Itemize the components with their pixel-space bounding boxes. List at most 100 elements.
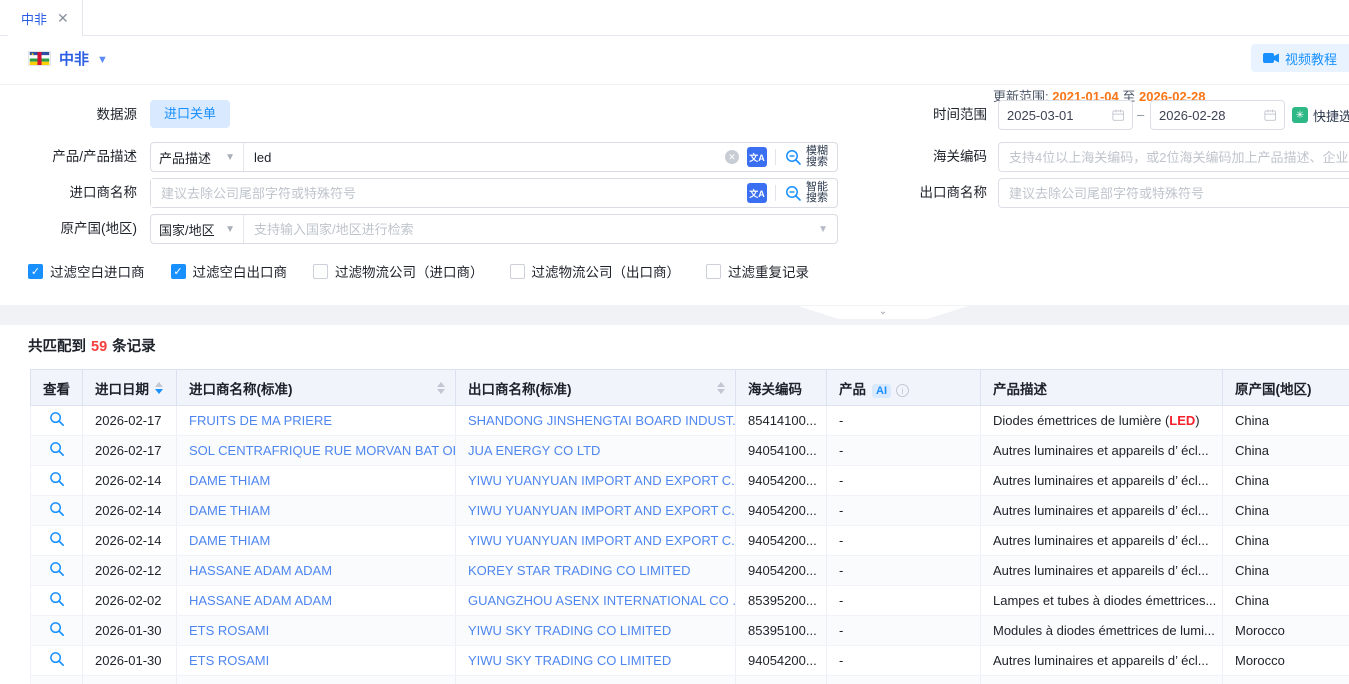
origin-cell: China xyxy=(1223,556,1349,586)
fuzzy-search-button[interactable]: 模糊搜索 xyxy=(776,143,837,171)
col-exporter[interactable]: 出口商名称(标准) xyxy=(456,370,736,406)
checkbox-icon[interactable] xyxy=(510,264,525,279)
product-cell: - xyxy=(827,406,981,436)
results-table-body: 2026-02-17FRUITS DE MA PRIERESHANDONG JI… xyxy=(31,406,1349,684)
exporter-link[interactable]: JUA ENERGY CO LTD xyxy=(456,436,736,466)
checkbox-icon[interactable] xyxy=(706,264,721,279)
sort-asc-icon[interactable] xyxy=(155,382,163,387)
filter-checkbox[interactable]: 过滤物流公司（出口商） xyxy=(510,261,681,281)
sort-control[interactable] xyxy=(155,382,163,394)
data-source-import-declaration-chip[interactable]: 进口关单 xyxy=(150,100,230,128)
table-row: 2026-02-17SOL CENTRAFRIQUE RUE MORVAN BA… xyxy=(31,436,1349,466)
importer-link[interactable]: ETS ROSAMI xyxy=(177,646,456,676)
col-import-date[interactable]: 进口日期 xyxy=(83,370,177,406)
start-date-picker[interactable] xyxy=(998,100,1133,130)
table-row: 2026-01-30ETS ROSAMIYIWU SKY TRADING CO … xyxy=(31,616,1349,646)
product-field-select[interactable]: 产品描述 ▼ xyxy=(151,143,244,171)
smart-search-button[interactable]: 智能搜索 xyxy=(776,179,837,207)
exporter-link[interactable]: YIWU SKY TRADING CO LIMITED xyxy=(456,616,736,646)
sort-asc-icon[interactable] xyxy=(717,382,725,387)
view-detail-magnifier-icon[interactable] xyxy=(49,621,65,640)
importer-link[interactable]: ETS ROSAMI xyxy=(177,616,456,646)
hs-code-cell xyxy=(736,676,827,684)
table-row: 2026-01-30ETS ROSAMIYIWU SKY TRADING CO … xyxy=(31,646,1349,676)
checkbox-icon[interactable] xyxy=(313,264,328,279)
importer-link[interactable]: HASSANE ADAM ADAM xyxy=(177,586,456,616)
view-detail-magnifier-icon[interactable] xyxy=(49,531,65,550)
view-detail-magnifier-icon[interactable] xyxy=(49,501,65,520)
exporter-link[interactable]: YIWU YUANYUAN IMPORT AND EXPORT C... xyxy=(456,466,736,496)
exporter-link[interactable]: SHANDONG JINSHENGTAI BOARD INDUST... xyxy=(456,406,736,436)
exporter-link[interactable]: KOREY STAR TRADING CO LIMITED xyxy=(456,556,736,586)
view-detail-magnifier-icon[interactable] xyxy=(49,561,65,580)
sort-desc-icon[interactable] xyxy=(437,389,445,394)
end-date-input[interactable] xyxy=(1159,108,1264,123)
view-detail-magnifier-icon[interactable] xyxy=(49,591,65,610)
importer-link[interactable]: SOL CENTRAFRIQUE RUE MORVAN BAT OF... xyxy=(177,436,456,466)
sort-control[interactable] xyxy=(437,382,445,394)
start-date-input[interactable] xyxy=(1007,108,1112,123)
origin-cell: China xyxy=(1223,436,1349,466)
importer-link[interactable] xyxy=(177,676,456,684)
table-row: 2026-02-14DAME THIAMYIWU YUANYUAN IMPORT… xyxy=(31,526,1349,556)
import-date-cell: 2026-02-14 xyxy=(83,526,177,556)
video-tutorial-button[interactable]: 视频教程 xyxy=(1251,44,1349,72)
search-icon xyxy=(785,185,802,202)
importer-search-group: 文A 智能搜索 xyxy=(150,178,838,208)
origin-cell: China xyxy=(1223,466,1349,496)
hs-code-input[interactable] xyxy=(998,142,1349,172)
exporter-link[interactable]: YIWU SKY TRADING CO LIMITED xyxy=(456,646,736,676)
importer-link[interactable]: DAME THIAM xyxy=(177,496,456,526)
importer-link[interactable]: HASSANE ADAM ADAM xyxy=(177,556,456,586)
view-detail-magnifier-icon[interactable] xyxy=(49,411,65,430)
importer-link[interactable]: DAME THIAM xyxy=(177,466,456,496)
info-icon[interactable]: i xyxy=(896,384,909,397)
exporter-link[interactable]: GUANGZHOU ASENX INTERNATIONAL CO ... xyxy=(456,586,736,616)
product-cell: - xyxy=(827,496,981,526)
view-cell xyxy=(31,646,83,676)
checkbox-icon[interactable]: ✓ xyxy=(171,264,186,279)
sort-asc-icon[interactable] xyxy=(437,382,445,387)
view-detail-magnifier-icon[interactable] xyxy=(49,651,65,670)
filter-checkbox[interactable]: ✓过滤空白出口商 xyxy=(171,261,288,281)
description-cell xyxy=(981,676,1223,684)
collapse-form-handle[interactable]: ⌄ xyxy=(798,306,968,319)
exporter-link[interactable]: YIWU YUANYUAN IMPORT AND EXPORT C... xyxy=(456,526,736,556)
view-detail-magnifier-icon[interactable] xyxy=(49,441,65,460)
translate-icon[interactable]: 文A xyxy=(747,147,767,167)
col-product: 产品AIi xyxy=(827,370,981,406)
end-date-picker[interactable] xyxy=(1150,100,1285,130)
importer-link[interactable]: FRUITS DE MA PRIERE xyxy=(177,406,456,436)
clear-input-icon[interactable]: ✕ xyxy=(725,150,739,164)
quick-select-button[interactable]: ✳ 快捷选择 xyxy=(1292,100,1349,130)
filter-checkbox[interactable]: 过滤重复记录 xyxy=(706,261,809,281)
view-cell xyxy=(31,436,83,466)
close-icon[interactable]: ✕ xyxy=(57,11,69,25)
view-detail-magnifier-icon[interactable] xyxy=(49,471,65,490)
origin-country-input[interactable] xyxy=(244,215,818,243)
filter-checkbox[interactable]: 过滤物流公司（进口商） xyxy=(313,261,484,281)
exporter-link[interactable]: YIWU YUANYUAN IMPORT AND EXPORT C... xyxy=(456,496,736,526)
tab-zhongfei[interactable]: 中非 ✕ xyxy=(8,0,83,36)
importer-link[interactable]: DAME THIAM xyxy=(177,526,456,556)
region-selector[interactable]: ★ 中非 ▼ xyxy=(28,48,108,69)
filter-checkbox[interactable]: ✓过滤空白进口商 xyxy=(28,261,145,281)
product-select-value: 产品描述 xyxy=(159,148,211,167)
time-range-label: 时间范围 xyxy=(850,100,987,130)
origin-type-select[interactable]: 国家/地区 ▼ xyxy=(151,215,244,243)
results-table: 查看 进口日期 进口商名称(标准) 出口商名称(标准) 海关编码 产品AIi xyxy=(30,369,1349,684)
exporter-link[interactable] xyxy=(456,676,736,684)
filter-label: 过滤物流公司（进口商） xyxy=(335,261,484,281)
product-search-input[interactable] xyxy=(244,143,725,171)
col-product-label: 产品 xyxy=(839,382,866,397)
exporter-input[interactable] xyxy=(998,178,1349,208)
table-row: 2026-02-12HASSANE ADAM ADAMKOREY STAR TR… xyxy=(31,556,1349,586)
sort-desc-icon[interactable] xyxy=(717,389,725,394)
translate-icon[interactable]: 文A xyxy=(747,183,767,203)
sort-desc-icon[interactable] xyxy=(155,389,163,394)
importer-input[interactable] xyxy=(151,179,747,207)
checkbox-icon[interactable]: ✓ xyxy=(28,264,43,279)
sort-control[interactable] xyxy=(717,382,725,394)
col-importer[interactable]: 进口商名称(标准) xyxy=(177,370,456,406)
origin-cell: China xyxy=(1223,496,1349,526)
